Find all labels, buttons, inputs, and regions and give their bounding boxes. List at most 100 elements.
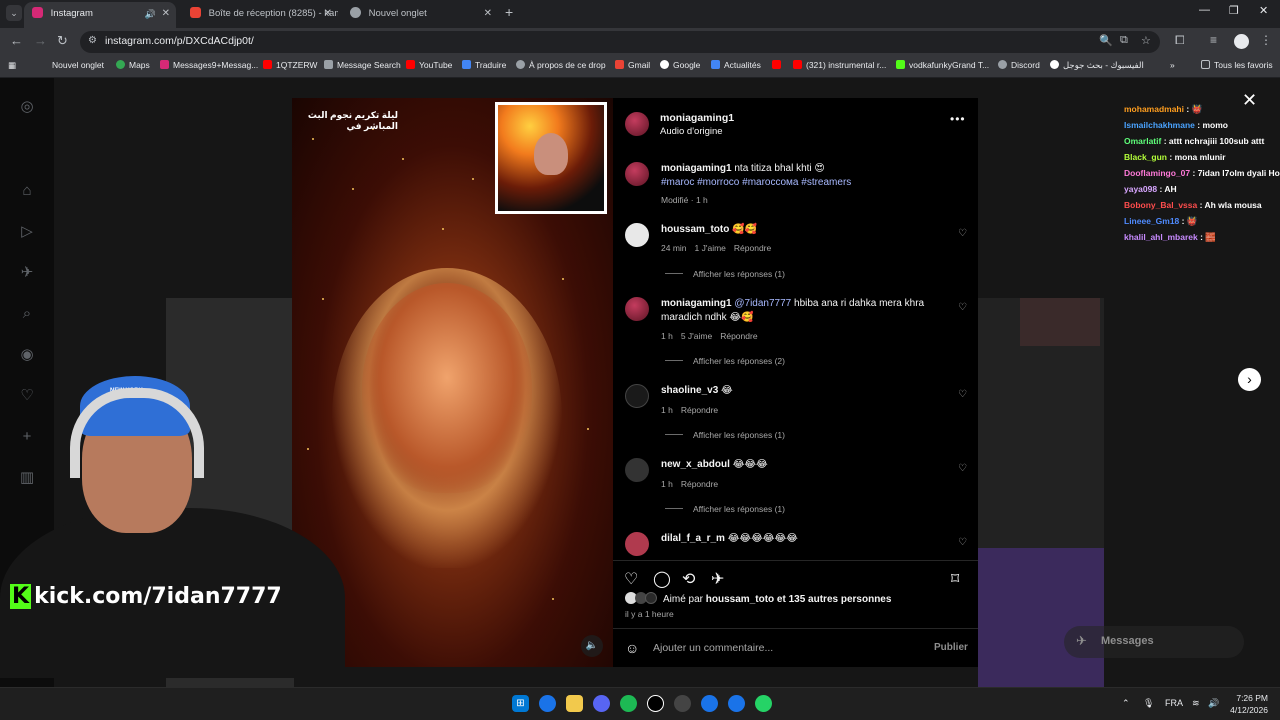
post-author[interactable]: moniagaming1 xyxy=(660,112,734,124)
next-post-chevron-icon[interactable]: › xyxy=(1238,368,1261,391)
view-replies-button[interactable]: Afficher les réponses (1) xyxy=(665,269,785,279)
close-icon[interactable]: ✕ xyxy=(1242,90,1257,111)
view-replies-button[interactable]: Afficher les réponses (1) xyxy=(665,430,785,440)
discord-icon[interactable] xyxy=(593,695,610,712)
save-bookmark-icon[interactable]: ⌑ xyxy=(951,569,959,589)
bookmark-item[interactable]: Discord xyxy=(998,60,1040,70)
extensions-icon[interactable]: ⧠ xyxy=(1175,33,1185,48)
reload-button[interactable]: ↻ xyxy=(57,33,68,49)
bookmark-item[interactable]: vodkafunkyGrand T... xyxy=(896,60,989,70)
publish-button[interactable]: Publier xyxy=(934,642,968,653)
windows-start-icon[interactable]: ⊞ xyxy=(512,695,529,712)
like-icon[interactable]: ♡ xyxy=(624,569,638,589)
tray-overflow-icon[interactable]: ⌃ xyxy=(1122,698,1130,709)
emoji-icon[interactable]: ☺ xyxy=(625,640,639,656)
comment-likes[interactable]: 1 J'aime xyxy=(695,243,726,253)
reply-button[interactable]: Répondre xyxy=(681,405,718,415)
comment-mention[interactable]: @7idan7777 xyxy=(734,298,791,309)
bookmark-item[interactable]: Messages9+Messag... xyxy=(160,60,258,70)
bookmarks-overflow-icon[interactable]: » xyxy=(1170,60,1175,70)
restore-button[interactable]: ❐ xyxy=(1229,4,1239,17)
speaker-icon[interactable]: 🔊 xyxy=(145,2,156,26)
reply-button[interactable]: Répondre xyxy=(681,479,718,489)
avatar[interactable] xyxy=(625,384,649,408)
likes-user[interactable]: houssam_toto xyxy=(706,594,774,605)
bookmark-item[interactable]: Maps xyxy=(116,60,150,70)
close-window-button[interactable]: ✕ xyxy=(1259,4,1268,17)
comment-likes[interactable]: 5 J'aime xyxy=(681,331,712,341)
avatar[interactable] xyxy=(625,532,649,556)
avatar[interactable] xyxy=(625,223,649,247)
view-replies-button[interactable]: Afficher les réponses (2) xyxy=(665,356,785,366)
caption-hashtags[interactable]: #maroc #morroco #maroccoма #streamers xyxy=(661,177,851,188)
microphone-icon[interactable]: 🎙 xyxy=(1143,698,1154,709)
volume-icon[interactable]: 🔊 xyxy=(1208,698,1219,709)
like-comment-icon[interactable]: ♡ xyxy=(958,302,967,313)
file-explorer-icon[interactable] xyxy=(566,695,583,712)
reels-icon[interactable]: ▷ xyxy=(18,223,36,241)
chrome-icon[interactable] xyxy=(728,695,745,712)
like-comment-icon[interactable]: ♡ xyxy=(958,228,967,239)
language-indicator[interactable]: FRA xyxy=(1165,698,1183,708)
comment-user[interactable]: shaoline_v3 xyxy=(661,385,718,396)
mute-icon[interactable]: 🔈 xyxy=(581,635,603,657)
address-bar[interactable]: ⚙ instagram.com/p/DXCdACdjp0t/ 🔍 ⧉ ☆ xyxy=(80,31,1160,53)
avatar[interactable] xyxy=(625,458,649,482)
comment-icon[interactable]: ◯ xyxy=(653,569,671,589)
avatar[interactable] xyxy=(625,297,649,321)
search-icon[interactable]: ⌕ xyxy=(18,305,36,323)
app-icon[interactable] xyxy=(674,695,691,712)
bookmark-item[interactable]: Actualités xyxy=(711,60,761,70)
bookmark-item[interactable]: À propos de ce drop xyxy=(516,60,606,70)
bookmark-item[interactable]: Nouvel onglet xyxy=(52,60,104,70)
close-tab-icon[interactable]: ✕ xyxy=(484,2,492,26)
view-replies-button[interactable]: Afficher les réponses (1) xyxy=(665,504,785,514)
cast-icon[interactable]: ⧉ xyxy=(1120,34,1128,47)
comment-input[interactable]: Ajouter un commentaire... xyxy=(653,642,773,654)
bookmark-item[interactable]: Message Search xyxy=(324,60,401,70)
audio-link[interactable]: Audio d'origine xyxy=(660,126,723,137)
back-button[interactable]: ← xyxy=(10,33,23,48)
tab-gmail[interactable]: Boîte de réception (8285) - kam ✕ xyxy=(182,2,338,28)
like-comment-icon[interactable]: ♡ xyxy=(958,537,967,548)
reply-button[interactable]: Répondre xyxy=(734,243,771,253)
like-comment-icon[interactable]: ♡ xyxy=(958,389,967,400)
bookmark-item[interactable]: Gmail xyxy=(615,60,650,70)
bookmark-item[interactable]: 1QTZERW xyxy=(263,60,317,70)
site-info-icon[interactable]: ⚙ xyxy=(88,35,100,47)
more-options-icon[interactable]: ••• xyxy=(950,112,966,126)
comment-user[interactable]: new_x_abdoul xyxy=(661,459,730,470)
system-clock[interactable]: 7:26 PM 4/12/2026 xyxy=(1224,692,1268,716)
spotify-icon[interactable] xyxy=(620,695,637,712)
likes-summary[interactable]: Aimé par houssam_toto et 135 autres pers… xyxy=(663,594,891,605)
bookmark-item[interactable]: Google xyxy=(660,60,700,70)
chrome-icon[interactable] xyxy=(539,695,556,712)
messages-icon[interactable]: ✈ xyxy=(18,264,36,282)
forward-button[interactable]: → xyxy=(34,33,47,48)
bookmark-item[interactable]: الفيسبوك - بحث جوجل xyxy=(1050,60,1144,71)
obs-icon[interactable] xyxy=(647,695,664,712)
caption-user[interactable]: moniagaming1 xyxy=(661,163,732,174)
minimize-button[interactable]: — xyxy=(1199,4,1210,16)
bookmark-star-icon[interactable]: ☆ xyxy=(1141,34,1151,47)
likes-count[interactable]: et 135 autres personnes xyxy=(777,594,892,605)
bookmark-item[interactable]: (321) instrumental r... xyxy=(793,60,886,70)
menu-kebab-icon[interactable]: ⋮ xyxy=(1260,33,1272,47)
avatar[interactable] xyxy=(625,162,649,186)
messages-button[interactable]: ✈ Messages xyxy=(1064,626,1244,658)
tab-search-button[interactable]: ⌄ xyxy=(6,5,22,21)
repost-icon[interactable]: ⟲ xyxy=(682,569,695,589)
tab-instagram[interactable]: Instagram 🔊 ✕ xyxy=(24,2,176,28)
chrome-icon[interactable] xyxy=(701,695,718,712)
zoom-icon[interactable]: 🔍 xyxy=(1099,34,1113,47)
share-icon[interactable]: ✈ xyxy=(711,569,724,589)
bookmark-item[interactable]: YouTube xyxy=(406,60,452,70)
home-icon[interactable]: ⌂ xyxy=(18,182,36,200)
like-comment-icon[interactable]: ♡ xyxy=(958,463,967,474)
reply-button[interactable]: Répondre xyxy=(720,331,757,341)
wifi-icon[interactable]: ≋ xyxy=(1192,698,1200,709)
comment-user[interactable]: houssam_toto xyxy=(661,224,729,235)
tab-new[interactable]: Nouvel onglet ✕ xyxy=(342,2,498,28)
close-tab-icon[interactable]: ✕ xyxy=(324,2,332,26)
new-tab-button[interactable]: + xyxy=(505,4,513,20)
